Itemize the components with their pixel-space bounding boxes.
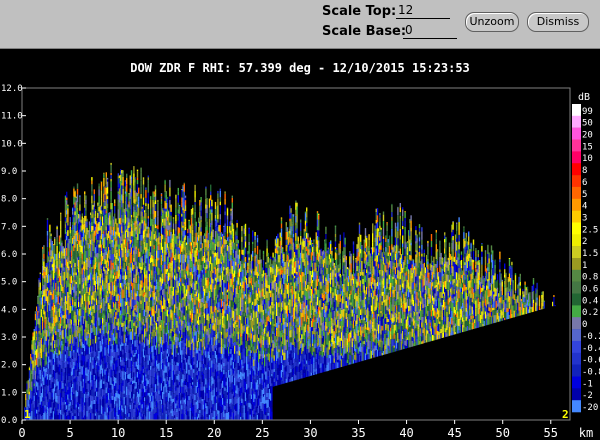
colorbar-label: 6 [582,178,587,188]
colorbar-label: -0.4 [582,344,600,354]
colorbar-swatch [572,115,581,128]
y-tick-label: 10.0 [1,139,23,149]
colorbar-label: 0.2 [582,308,598,318]
colorbar-swatch [572,305,581,318]
colorbar-label: 0.4 [582,296,598,306]
y-tick-label: 12.0 [1,84,23,94]
colorbar-label: 1.5 [582,249,598,259]
colorbar-label: 0 [582,320,587,330]
colorbar-swatch [572,151,581,164]
colorbar-swatch [572,329,581,342]
y-tick-label: 7.0 [1,222,17,232]
x-tick-label: 5 [66,426,73,440]
y-tick-label: 3.0 [1,333,17,343]
x-tick-label: 35 [351,426,365,440]
x-tick-label: 25 [255,426,269,440]
colorbar-swatch [572,246,581,259]
colorbar-swatch [572,400,581,413]
colorbar-label: 2 [582,237,587,247]
corner-marker-right: 2 [562,408,569,421]
y-tick-label: 0.0 [1,416,17,426]
y-tick-label: 11.0 [1,112,23,122]
colorbar-label: -0.2 [582,332,600,342]
x-tick-label: 45 [447,426,461,440]
colorbar-swatch [572,258,581,271]
colorbar-label: 4 [582,202,587,212]
colorbar-swatch [572,293,581,306]
colorbar-swatch [572,163,581,176]
colorbar-label: 3 [582,214,587,224]
x-tick-label: 20 [207,426,221,440]
y-tick-label: 2.0 [1,361,17,371]
colorbar-label: 15 [582,142,593,152]
colorbar-swatch [572,104,581,117]
colorbar-label: -1 [582,379,593,389]
colorbar-label: -0.6 [582,356,600,366]
colorbar-swatch [572,198,581,211]
y-tick-label: 8.0 [1,195,17,205]
colorbar-swatch [572,210,581,223]
colorbar-label: 50 [582,119,593,129]
x-tick-label: 10 [111,426,125,440]
rhi-plot[interactable]: 0 5 10 15 20 25 30 35 40 45 50 55 km0.01.02.03.04.05… [0,0,600,440]
radar-display-window: Scale Top: 12 Scale Base: 0 Unzoom Dismi… [0,0,600,440]
colorbar-swatch [572,340,581,353]
colorbar-swatch [572,234,581,247]
colorbar-swatch [572,376,581,389]
colorbar-label: 0.6 [582,285,598,295]
y-tick-label: 5.0 [1,278,17,288]
colorbar-label: 2.5 [582,225,598,235]
colorbar-swatch [572,388,581,401]
corner-marker-left: 1 [24,408,31,421]
colorbar-label: 5 [582,190,587,200]
colorbar-swatch [572,364,581,377]
colorbar-swatch [572,352,581,365]
colorbar-label: -0.8 [582,368,600,378]
colorbar-label: 20 [582,131,593,141]
colorbar-swatch [572,175,581,188]
colorbar-label: 1 [582,261,587,271]
x-tick-label: 15 [159,426,173,440]
x-tick-label: 0 [18,426,25,440]
colorbar-label: -20 [582,403,598,413]
colorbar-label: 8 [582,166,587,176]
y-tick-label: 1.0 [1,388,17,398]
y-tick-label: 9.0 [1,167,17,177]
colorbar-unit: dB [578,92,590,103]
colorbar-swatch [572,269,581,282]
colorbar-label: 0.8 [582,273,598,283]
x-axis-unit: km [579,426,593,440]
y-tick-label: 6.0 [1,250,17,260]
x-tick-label: 40 [399,426,413,440]
colorbar-swatch [572,222,581,235]
colorbar-swatch [572,317,581,330]
x-tick-label: 55 [544,426,558,440]
radar-field [24,162,556,420]
colorbar-label: 99 [582,107,593,117]
colorbar-swatch [572,186,581,199]
x-tick-label: 30 [303,426,317,440]
y-tick-label: 4.0 [1,305,17,315]
x-tick-label: 50 [495,426,509,440]
colorbar-label: 10 [582,154,593,164]
colorbar-label: -2 [582,391,593,401]
colorbar-swatch [572,281,581,294]
colorbar-swatch [572,139,581,152]
colorbar-swatch [572,127,581,140]
